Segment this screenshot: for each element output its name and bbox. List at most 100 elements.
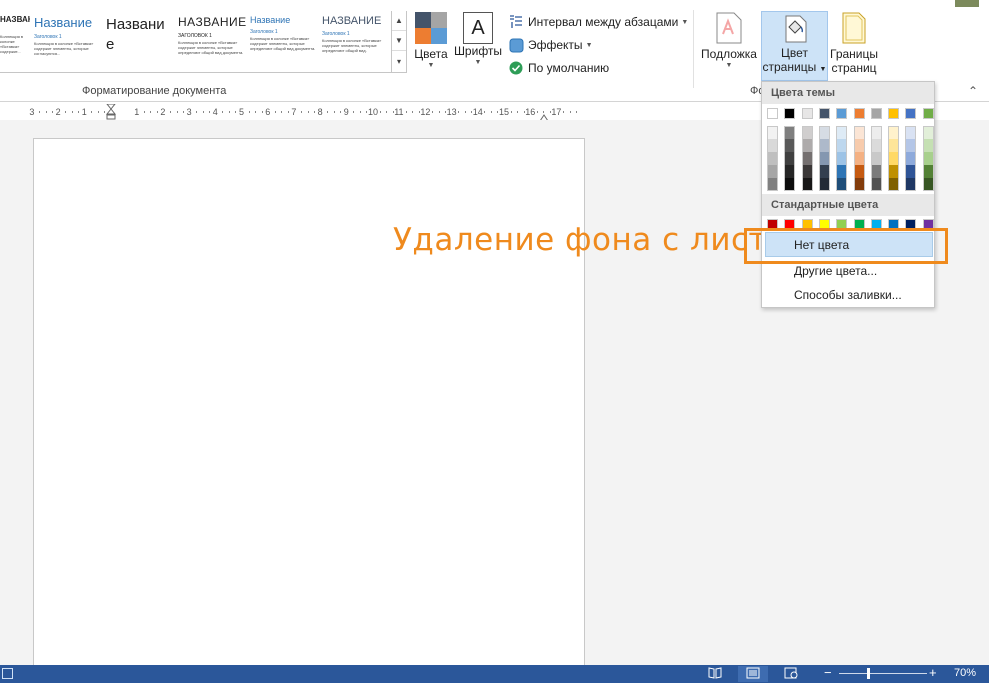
theme-shade-swatch[interactable]	[836, 152, 848, 165]
theme-shade-swatch[interactable]	[905, 126, 917, 139]
gallery-up-button[interactable]: ▲	[392, 11, 406, 31]
page-color-button[interactable]: Цвет страницы ▼	[761, 11, 828, 81]
macro-record-icon[interactable]	[2, 668, 13, 679]
read-mode-icon[interactable]	[708, 667, 722, 682]
ruler-tick	[196, 111, 198, 113]
effects-button[interactable]: Эффекты ▼	[508, 35, 593, 55]
theme-shade-swatch[interactable]	[767, 178, 778, 191]
zoom-out-button[interactable]: −	[824, 665, 832, 680]
document-page[interactable]	[33, 138, 585, 668]
style-thumb-5[interactable]: Название Заголовок 1 Коллекция в колонке…	[250, 15, 316, 71]
theme-shade-swatch[interactable]	[784, 165, 796, 178]
theme-shade-swatch[interactable]	[801, 126, 813, 139]
style-thumb-1[interactable]: НАЗВАНИЕ Коллекция в колонке «Вставка» с…	[0, 15, 30, 71]
theme-shade-swatch[interactable]	[767, 139, 778, 152]
theme-shade-swatch[interactable]	[767, 126, 778, 139]
theme-color-swatch[interactable]	[853, 108, 865, 119]
theme-shade-swatch[interactable]	[905, 139, 917, 152]
zoom-slider-track[interactable]	[839, 673, 927, 674]
theme-shade-swatch[interactable]	[818, 178, 830, 191]
theme-shade-swatch[interactable]	[818, 126, 830, 139]
indent-marker-icon[interactable]	[105, 103, 117, 120]
page-borders-button[interactable]: Границы страниц	[826, 12, 882, 75]
theme-shade-swatch[interactable]	[888, 178, 900, 191]
theme-shade-swatch[interactable]	[922, 165, 934, 178]
theme-shade-swatch[interactable]	[801, 178, 813, 191]
theme-shade-swatch[interactable]	[784, 178, 796, 191]
theme-shade-swatch[interactable]	[836, 178, 848, 191]
horizontal-ruler[interactable]: 3 2 1 1 2 3 4 5 6 7 8 9 10 11 12 13 14 15 16 17	[29, 103, 585, 122]
theme-shade-swatch[interactable]	[836, 139, 848, 152]
zoom-level[interactable]: 70%	[954, 667, 976, 679]
theme-shade-swatch[interactable]	[922, 178, 934, 191]
theme-shade-swatch[interactable]	[853, 139, 865, 152]
style-thumb-2[interactable]: Название Заголовок 1 Коллекция в колонке…	[34, 15, 96, 71]
theme-color-swatch[interactable]	[836, 108, 848, 119]
theme-shade-swatch[interactable]	[784, 152, 796, 165]
theme-shade-swatch[interactable]	[905, 152, 917, 165]
theme-shade-swatch[interactable]	[888, 165, 900, 178]
ruler-tick	[209, 111, 211, 113]
theme-shade-swatch[interactable]	[905, 178, 917, 191]
theme-shade-swatch[interactable]	[801, 165, 813, 178]
ruler-label: 2	[160, 107, 166, 117]
theme-color-swatch[interactable]	[767, 108, 778, 119]
theme-shade-swatch[interactable]	[767, 152, 778, 165]
collapse-ribbon-icon[interactable]: ⌃	[968, 84, 978, 98]
theme-shade-swatch[interactable]	[922, 126, 934, 139]
theme-color-swatch[interactable]	[801, 108, 813, 119]
avatar[interactable]	[955, 0, 979, 7]
theme-shade-swatch[interactable]	[870, 139, 882, 152]
theme-shade-swatch[interactable]	[905, 165, 917, 178]
set-as-default-button[interactable]: По умолчанию	[508, 58, 609, 78]
colors-button[interactable]: Цвета ▼	[412, 12, 450, 71]
style-thumb-3[interactable]: Названи е	[106, 15, 168, 71]
theme-shade-swatch[interactable]	[922, 139, 934, 152]
theme-shade-swatch[interactable]	[888, 139, 900, 152]
theme-shade-swatch[interactable]	[784, 126, 796, 139]
theme-color-swatch[interactable]	[922, 108, 934, 119]
theme-shade-swatch[interactable]	[818, 152, 830, 165]
theme-shade-swatch[interactable]	[801, 139, 813, 152]
theme-shade-swatch[interactable]	[853, 152, 865, 165]
ruler-tick	[333, 111, 335, 113]
ruler-tick	[438, 111, 440, 113]
theme-shade-swatch[interactable]	[853, 165, 865, 178]
theme-shade-swatch[interactable]	[784, 139, 796, 152]
watermark-button[interactable]: Подложка ▼	[698, 12, 760, 71]
theme-shade-swatch[interactable]	[767, 165, 778, 178]
theme-color-swatch[interactable]	[888, 108, 900, 119]
fonts-button[interactable]: A Шрифты ▼	[452, 12, 504, 68]
paragraph-spacing-button[interactable]: Интервал между абзацами ▼	[508, 12, 688, 32]
checkmark-circle-icon	[508, 60, 524, 76]
zoom-in-button[interactable]: +	[929, 665, 937, 680]
theme-shade-swatch[interactable]	[836, 165, 848, 178]
theme-shade-swatch[interactable]	[870, 178, 882, 191]
theme-shade-swatch[interactable]	[870, 152, 882, 165]
fill-effects-item[interactable]: Способы заливки...	[762, 283, 934, 308]
print-layout-icon[interactable]	[746, 667, 760, 682]
style-thumb-6[interactable]: НАЗВАНИЕ Заголовок 1 Коллекция в колонке…	[322, 15, 388, 71]
theme-color-swatch[interactable]	[870, 108, 882, 119]
theme-shade-swatch[interactable]	[818, 165, 830, 178]
ruler-tick	[353, 111, 355, 113]
theme-color-swatch[interactable]	[784, 108, 796, 119]
style-thumb-4[interactable]: НАЗВАНИЕ ЗАГОЛОВОК 1 Коллекция в колонке…	[178, 15, 246, 71]
gallery-down-button[interactable]: ▼	[392, 31, 406, 51]
theme-color-swatch[interactable]	[905, 108, 917, 119]
zoom-slider-thumb[interactable]	[867, 668, 871, 679]
theme-color-swatch[interactable]	[818, 108, 830, 119]
theme-shade-swatch[interactable]	[818, 139, 830, 152]
theme-shade-swatch[interactable]	[801, 152, 813, 165]
theme-shade-swatch[interactable]	[853, 126, 865, 139]
theme-shade-swatch[interactable]	[853, 178, 865, 191]
theme-shade-swatch[interactable]	[922, 152, 934, 165]
web-layout-icon[interactable]	[784, 667, 798, 682]
theme-shade-swatch[interactable]	[836, 126, 848, 139]
gallery-more-button[interactable]: ▾	[392, 51, 406, 71]
theme-shade-swatch[interactable]	[870, 165, 882, 178]
theme-shade-swatch[interactable]	[888, 152, 900, 165]
theme-shade-swatch[interactable]	[888, 126, 900, 139]
theme-shade-swatch[interactable]	[870, 126, 882, 139]
theme-colors-header: Цвета темы	[762, 82, 934, 104]
